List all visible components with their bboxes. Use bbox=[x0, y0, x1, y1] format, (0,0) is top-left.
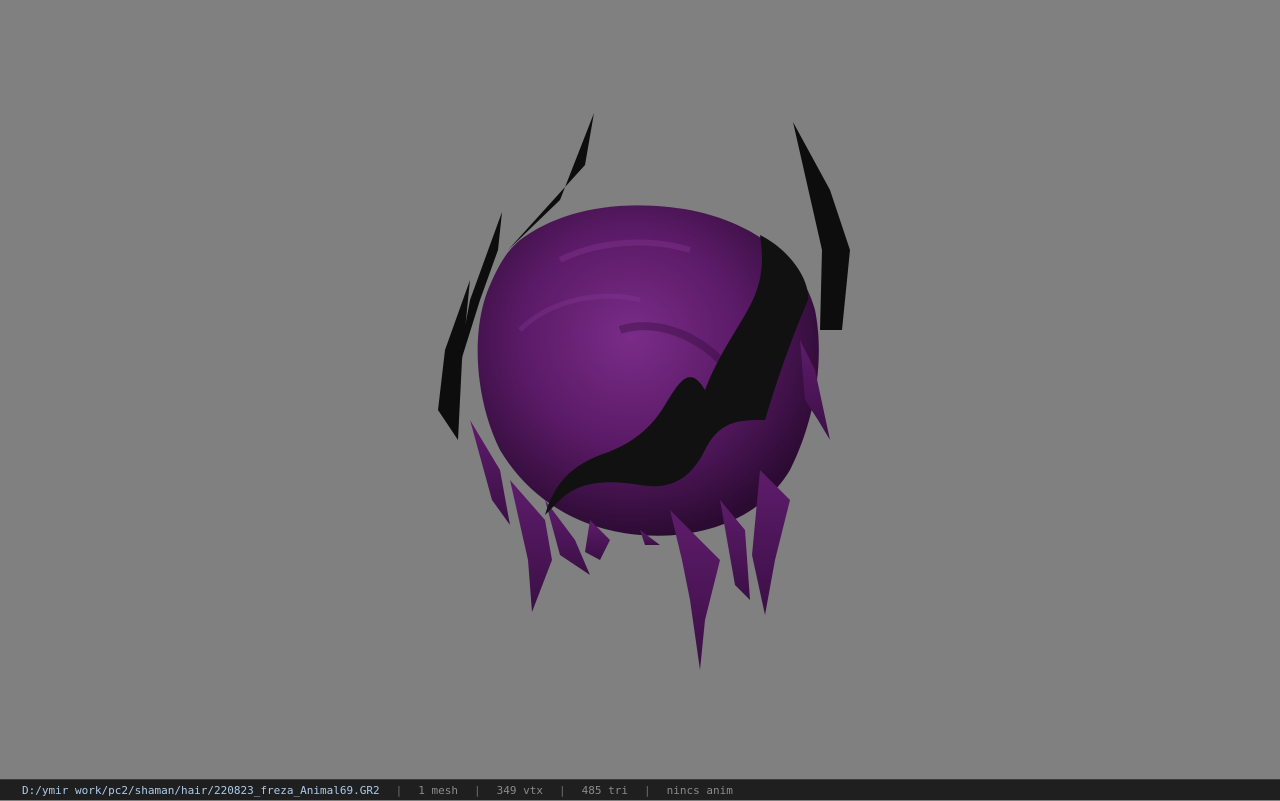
3d-viewport[interactable] bbox=[0, 0, 1280, 779]
file-path-label: D:/ymir work/pc2/shaman/hair/220823_frez… bbox=[22, 783, 380, 797]
triangle-count-label: 485 tri bbox=[581, 783, 628, 797]
status-bar: D:/ymir work/pc2/shaman/hair/220823_frez… bbox=[0, 779, 1280, 800]
status-separator: | bbox=[558, 783, 566, 797]
status-separator: | bbox=[395, 783, 403, 797]
status-separator: | bbox=[474, 783, 481, 797]
status-separator: | bbox=[643, 783, 651, 797]
animation-status-label: nincs anim bbox=[666, 783, 733, 797]
vertex-count-label: 349 vtx bbox=[496, 783, 543, 797]
hair-model-render[interactable] bbox=[0, 0, 1280, 779]
mesh-count-label: 1 mesh bbox=[418, 783, 458, 797]
